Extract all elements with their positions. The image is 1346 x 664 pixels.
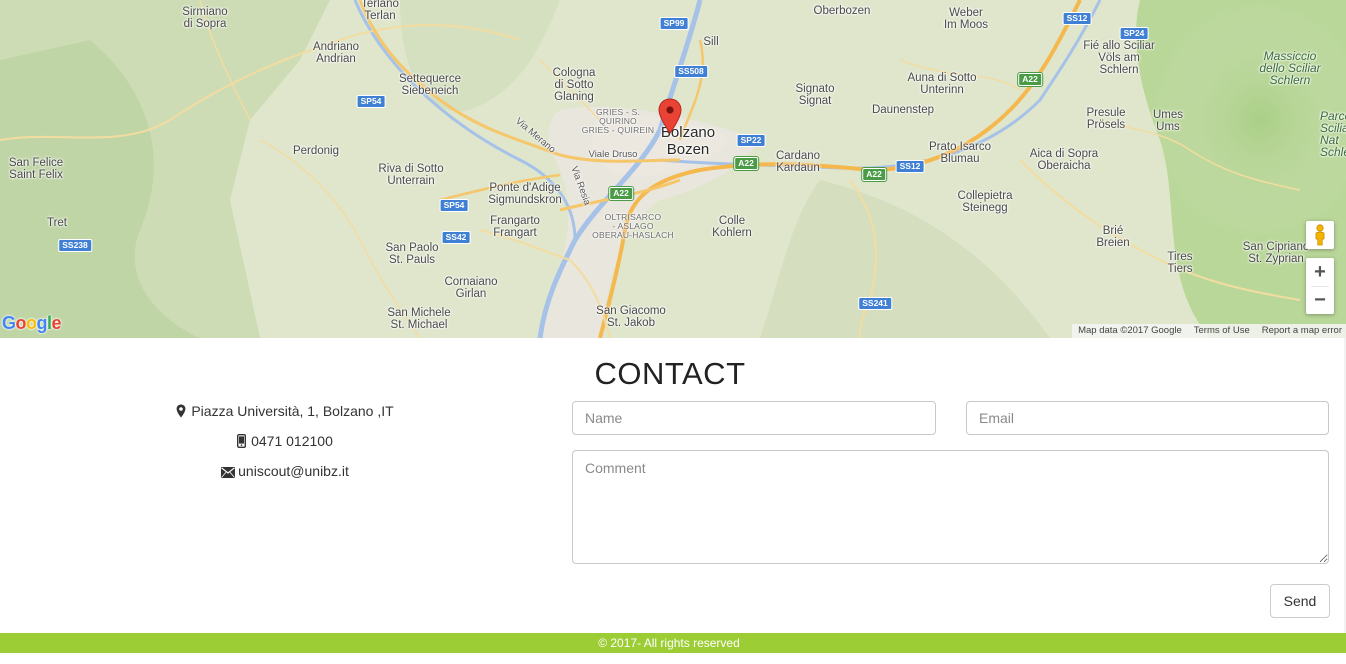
footer-bar: © 2017- All rights reserved <box>0 633 1346 653</box>
map-label: Sirmiano di Sopra <box>182 6 228 30</box>
send-button[interactable]: Send <box>1270 584 1330 618</box>
road-shield: SP22 <box>736 134 766 147</box>
map-label: Colle Kohlern <box>712 215 752 239</box>
map-label: Perdonig <box>292 145 340 157</box>
comment-textarea[interactable] <box>572 450 1329 564</box>
map-label: Cornaiano Girlan <box>444 276 498 300</box>
road-shield: A22 <box>1018 73 1042 86</box>
street-view-button[interactable] <box>1306 221 1334 249</box>
report-map-error-link[interactable]: Report a map error <box>1262 324 1342 338</box>
road-shield: SP54 <box>439 199 469 212</box>
road-shield: SS42 <box>441 231 471 244</box>
address-text: Piazza Università, 1, Bolzano ,IT <box>191 403 394 419</box>
road-shield: A22 <box>734 157 758 170</box>
map-label: Cardano Kardaun <box>775 150 821 174</box>
map-road-label: Viale Druso <box>588 149 638 160</box>
email-input[interactable] <box>966 401 1329 435</box>
map-label: Settequerce Siebeneich <box>398 73 462 97</box>
map-label: Prato Isarco Blumau <box>929 141 991 165</box>
map-label: Fié allo Sciliar Völs am Schlern <box>1083 40 1155 76</box>
map-district-label: GRIES - S. QUIRINO GRIES - QUIREIN <box>581 107 655 135</box>
map-label: Ponte d'Adige Sigmundskron <box>488 182 562 206</box>
road-shield: SS12 <box>1062 12 1092 25</box>
map-label: Auna di Sotto Unterinn <box>907 72 977 96</box>
map-label: Daunenstep <box>871 104 935 116</box>
map-label: Sill <box>703 36 719 48</box>
road-shield: SP99 <box>659 17 689 30</box>
road-shield: SP54 <box>356 95 386 108</box>
map-label: Aica di Sopra Oberaicha <box>1029 148 1099 172</box>
map-label: Terlano Terlan <box>361 0 399 22</box>
map-label: San Cipriano St. Zyprian <box>1242 241 1310 265</box>
contact-heading: CONTACT <box>594 356 746 391</box>
road-shield: SS508 <box>674 65 708 78</box>
map-label: San Felice Saint Felix <box>8 157 64 181</box>
terms-of-use-link[interactable]: Terms of Use <box>1194 324 1250 338</box>
zoom-controls: + − <box>1306 258 1334 314</box>
map-label: Oberbozen <box>813 5 871 17</box>
map-label: Cologna di Sotto Glaning <box>552 67 596 103</box>
map-label: Signato Signat <box>795 83 835 107</box>
address-row: Piazza Università, 1, Bolzano ,IT <box>0 403 570 421</box>
map-label: Weber Im Moos <box>943 7 989 31</box>
map-attribution: Map data ©2017 Google Terms of Use Repor… <box>1072 324 1346 338</box>
map-label: Collepietra Steinegg <box>957 190 1013 214</box>
map-label: Brié Breien <box>1096 225 1130 249</box>
page-bottom <box>0 653 1346 664</box>
map-district-label: OLTRISARCO - ASLAGO OBERAU-HASLACH <box>592 212 674 240</box>
pegman-icon <box>1315 224 1325 246</box>
zoom-in-button[interactable]: + <box>1306 258 1334 286</box>
map-label: Andriano Andrian <box>312 41 360 65</box>
copyright-text: © 2017- All rights reserved <box>598 636 740 650</box>
phone-row: 0471 012100 <box>0 433 570 451</box>
map-label: Riva di Sotto Unterrain <box>378 163 444 187</box>
zoom-out-button[interactable]: − <box>1306 286 1334 314</box>
map-label: San Michele St. Michael <box>387 307 451 331</box>
map-label: Tires Tiers <box>1167 251 1193 275</box>
email-text[interactable]: uniscout@unibz.it <box>238 463 349 479</box>
road-shield: SS12 <box>895 160 925 173</box>
road-shield: A22 <box>862 168 886 181</box>
map-park-label: ParcoSciliar-NatSchlern-P <box>1320 109 1346 159</box>
map-label: Presule Prösels <box>1086 107 1126 131</box>
road-shield: SP24 <box>1119 27 1149 40</box>
phone-text: 0471 012100 <box>251 433 333 449</box>
map-label: San Giacomo St. Jakob <box>596 305 666 329</box>
map-pin-icon[interactable] <box>658 98 682 134</box>
name-input[interactable] <box>572 401 936 435</box>
map-view[interactable]: Sirmiano di Sopra Terlano Terlan Andriano A… <box>0 0 1346 338</box>
envelope-icon <box>221 465 236 481</box>
google-logo[interactable]: Google <box>2 313 62 334</box>
map-marker-icon <box>176 404 186 421</box>
map-data-credit: Map data ©2017 Google <box>1078 325 1182 336</box>
zoom-divider <box>1311 286 1329 287</box>
map-label: Frangarto Frangart <box>490 215 540 239</box>
road-shield: A22 <box>609 187 633 200</box>
road-shield: SS238 <box>58 239 92 252</box>
map-park-label: Massiccio dello Sciliar Schlern <box>1259 49 1321 87</box>
map-label: San Paolo St. Pauls <box>385 242 439 266</box>
map-label: Tret <box>46 217 68 229</box>
mobile-phone-icon <box>237 433 247 451</box>
road-shield: SS241 <box>858 297 892 310</box>
map-label: Umes Ums <box>1152 109 1184 133</box>
email-row: uniscout@unibz.it <box>0 463 570 481</box>
